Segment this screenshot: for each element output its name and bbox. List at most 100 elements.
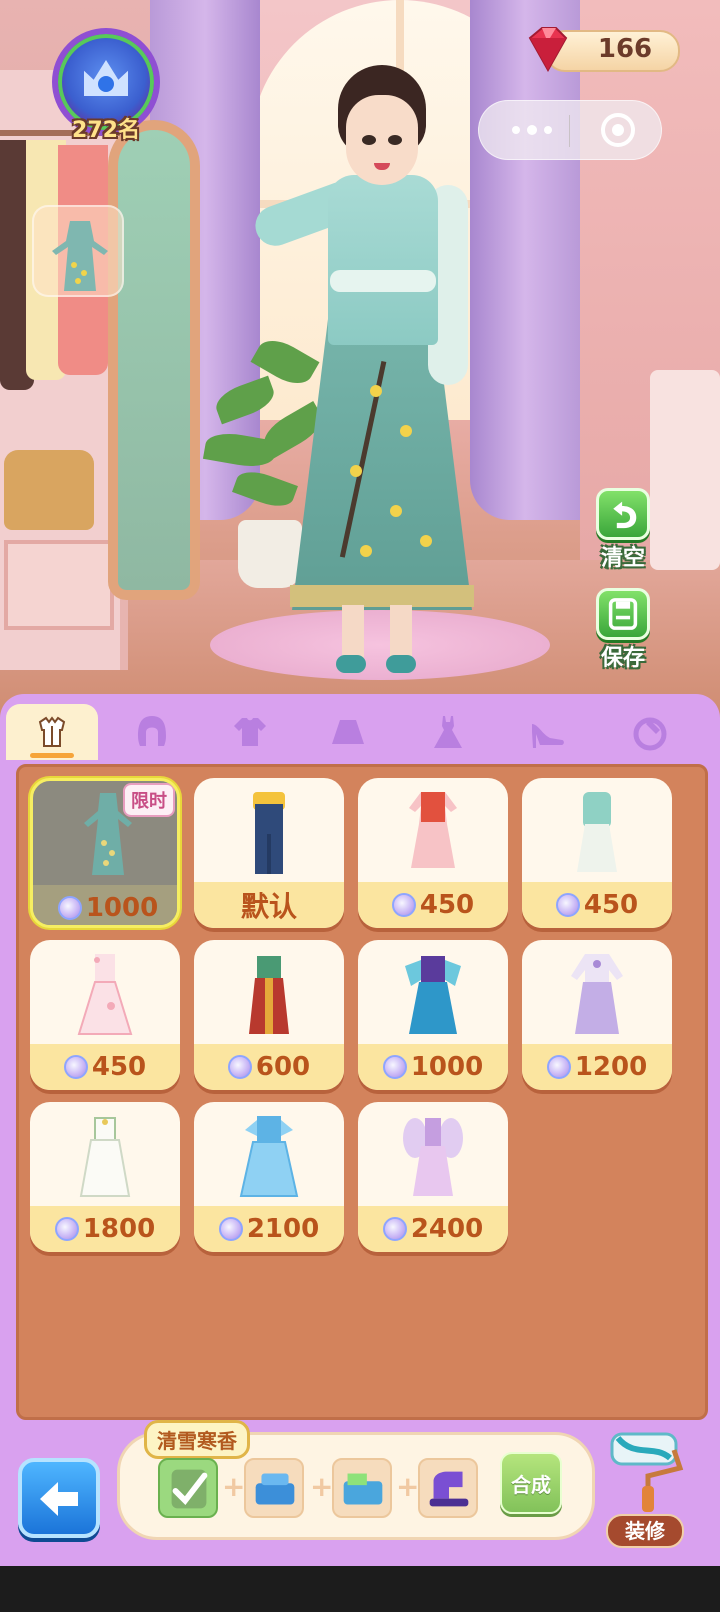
item-price: 450 bbox=[91, 1052, 147, 1082]
sewing-box-icon bbox=[255, 1473, 295, 1505]
item-card[interactable]: 450 bbox=[30, 940, 180, 1090]
tshirt-icon bbox=[234, 718, 266, 746]
item-price: 450 bbox=[583, 890, 639, 920]
combine-slot[interactable] bbox=[418, 1458, 478, 1518]
item-card[interactable]: 2100 bbox=[194, 1102, 344, 1252]
standing-mirror bbox=[108, 120, 200, 600]
back-arrow-icon bbox=[40, 1482, 78, 1516]
crown-gem bbox=[98, 76, 114, 92]
tab-hair[interactable] bbox=[106, 704, 198, 760]
dress-thumbnail-icon bbox=[52, 221, 108, 291]
target-circle-icon[interactable] bbox=[601, 113, 635, 147]
plus-sign: + bbox=[222, 1470, 246, 1503]
dress-icon bbox=[405, 956, 461, 1034]
sewing-machine-icon bbox=[429, 1471, 469, 1507]
more-dots-icon[interactable] bbox=[500, 110, 564, 150]
paint-roller-icon[interactable] bbox=[604, 1428, 684, 1514]
dress-icon bbox=[434, 716, 462, 748]
dress-icon bbox=[577, 792, 617, 872]
back-button[interactable] bbox=[18, 1458, 100, 1538]
item-card[interactable]: 450 bbox=[522, 778, 672, 928]
item-thumbnail bbox=[522, 940, 672, 1044]
item-card[interactable]: 2400 bbox=[358, 1102, 508, 1252]
item-thumbnail bbox=[30, 1102, 180, 1206]
outfit-icon bbox=[38, 716, 66, 747]
undo-arrow-icon bbox=[613, 501, 637, 529]
side-table bbox=[650, 370, 720, 570]
plus-sign: + bbox=[396, 1470, 420, 1503]
combine-button[interactable]: 合成 bbox=[500, 1452, 562, 1514]
floppy-disk-icon bbox=[608, 598, 638, 630]
coin-icon bbox=[382, 1055, 407, 1079]
accessory-icon bbox=[633, 717, 667, 751]
dress-icon bbox=[77, 954, 133, 1035]
item-price: 2400 bbox=[410, 1214, 484, 1244]
fairy-dress-icon bbox=[403, 1118, 463, 1196]
item-card[interactable]: 450 bbox=[358, 778, 508, 928]
current-outfit-thumbnail[interactable] bbox=[32, 205, 124, 297]
item-price: 1000 bbox=[410, 1052, 484, 1082]
item-card[interactable]: 1200 bbox=[522, 940, 672, 1090]
item-card[interactable]: 1000 bbox=[358, 940, 508, 1090]
coin-icon bbox=[227, 1055, 252, 1079]
item-card[interactable]: 默认 bbox=[194, 778, 344, 928]
coin-icon bbox=[382, 1217, 407, 1241]
price-strip: 2400 bbox=[358, 1206, 508, 1252]
tab-accessory[interactable] bbox=[604, 704, 696, 760]
save-label: 保存 bbox=[600, 646, 645, 671]
coin-icon bbox=[57, 896, 82, 920]
item-thumbnail bbox=[358, 940, 508, 1044]
item-card[interactable]: 限时 1000 bbox=[30, 778, 180, 928]
player-character[interactable] bbox=[249, 65, 510, 685]
ruby-gem-icon bbox=[528, 27, 568, 73]
dress-icon bbox=[409, 792, 457, 868]
item-card[interactable]: 1800 bbox=[30, 1102, 180, 1252]
combine-slot-owned[interactable] bbox=[158, 1458, 218, 1518]
item-price: 2100 bbox=[246, 1214, 320, 1244]
skirt-icon bbox=[332, 720, 364, 744]
item-thumbnail bbox=[358, 1102, 508, 1206]
coin-icon bbox=[63, 1055, 88, 1079]
tab-skirt[interactable] bbox=[302, 704, 394, 760]
gem-count: 166 bbox=[597, 34, 653, 64]
clear-label: 清空 bbox=[600, 546, 645, 571]
combine-slot[interactable] bbox=[332, 1458, 392, 1518]
high-heel-icon bbox=[532, 724, 564, 748]
item-thumbnail bbox=[522, 778, 672, 882]
decorate-label[interactable]: 装修 bbox=[606, 1514, 684, 1548]
combine-slot[interactable] bbox=[244, 1458, 304, 1518]
price-strip: 1200 bbox=[522, 1044, 672, 1090]
tab-outfit[interactable] bbox=[6, 704, 98, 760]
coin-icon bbox=[54, 1217, 79, 1241]
hair-icon bbox=[138, 716, 166, 746]
item-price: 1000 bbox=[85, 893, 159, 923]
coin-icon bbox=[546, 1055, 571, 1079]
item-card[interactable]: 600 bbox=[194, 940, 344, 1090]
limited-time-badge: 限时 bbox=[123, 783, 175, 817]
item-thumbnail bbox=[194, 778, 344, 882]
tab-dress[interactable] bbox=[402, 704, 494, 760]
save-button[interactable] bbox=[596, 588, 650, 640]
system-nav-strip bbox=[0, 1566, 720, 1612]
dress-icon bbox=[249, 956, 289, 1034]
overalls-icon bbox=[253, 792, 285, 874]
rank-label: 272名 bbox=[72, 118, 140, 143]
dress-icon bbox=[571, 954, 623, 1034]
price-strip: 600 bbox=[194, 1044, 344, 1090]
price-strip: 1000 bbox=[33, 885, 177, 925]
item-thumbnail bbox=[30, 940, 180, 1044]
price-strip: 1000 bbox=[358, 1044, 508, 1090]
item-price: 600 bbox=[255, 1052, 311, 1082]
item-thumbnail bbox=[194, 940, 344, 1044]
clear-button[interactable] bbox=[596, 488, 650, 540]
price-strip: 450 bbox=[358, 882, 508, 928]
fabric-box-icon bbox=[343, 1473, 383, 1505]
item-thumbnail bbox=[358, 778, 508, 882]
category-tabs bbox=[0, 700, 720, 762]
tab-top[interactable] bbox=[204, 704, 296, 760]
tab-shoes[interactable] bbox=[502, 704, 594, 760]
price-strip: 2100 bbox=[194, 1206, 344, 1252]
item-price: 1200 bbox=[574, 1052, 648, 1082]
dress-icon bbox=[239, 1116, 299, 1197]
price-strip: 450 bbox=[30, 1044, 180, 1090]
